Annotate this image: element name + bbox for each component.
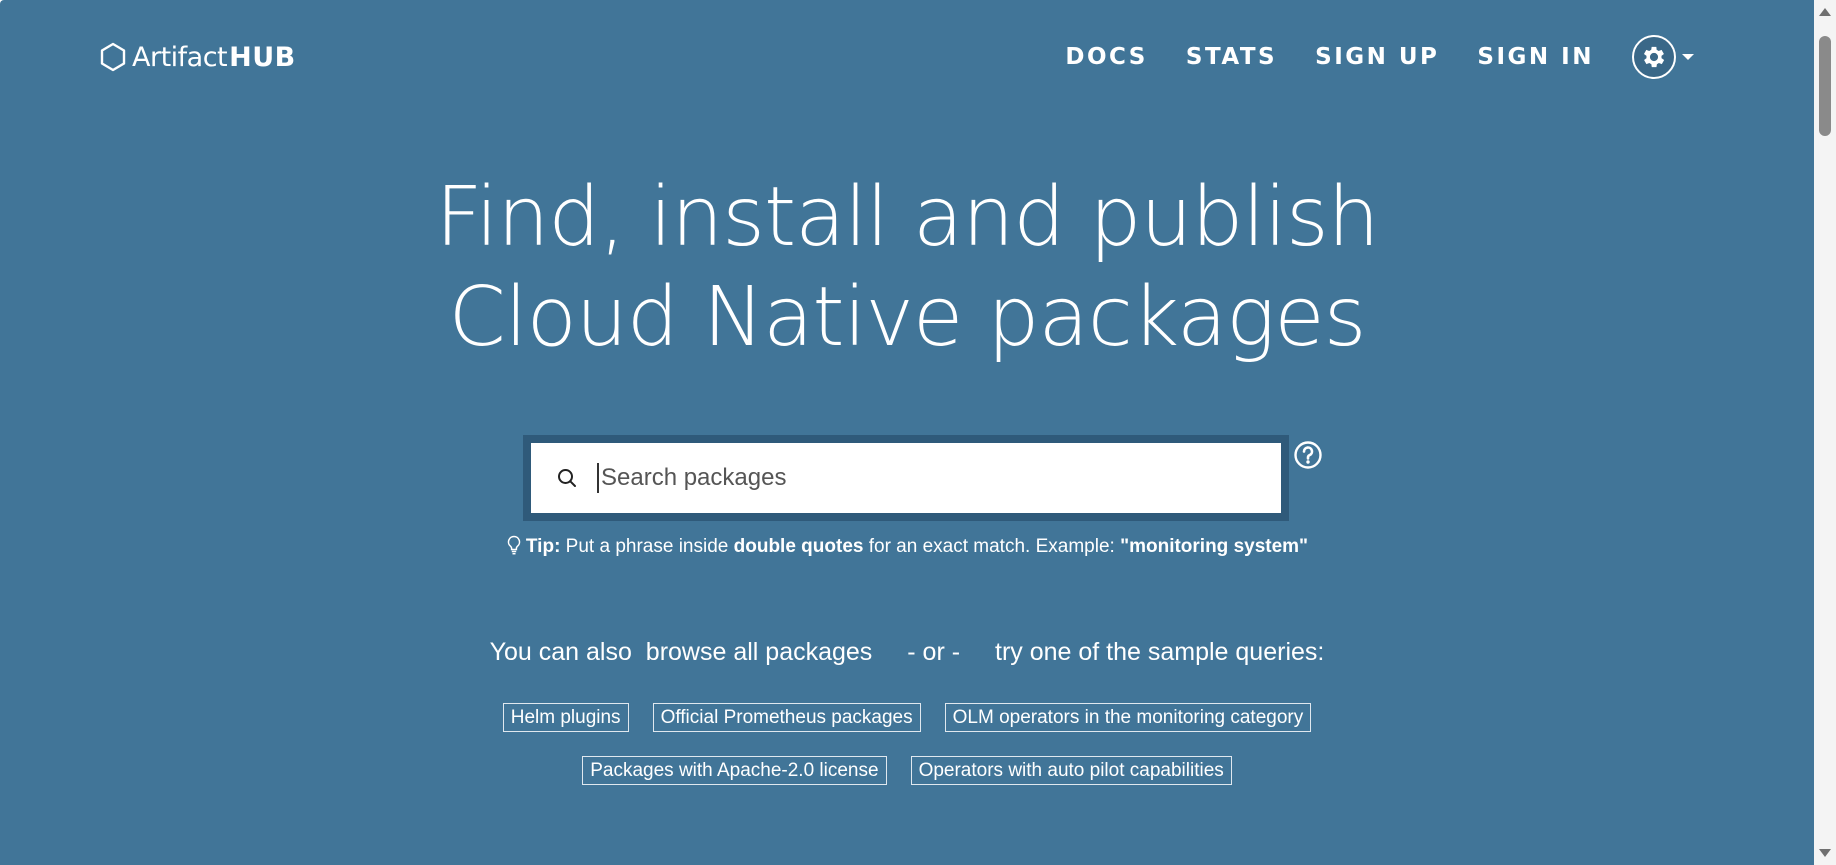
search-box	[531, 443, 1281, 513]
browse-prefix: You can also	[489, 638, 632, 666]
sample-queries-row-1: Helm plugins Official Prometheus package…	[0, 703, 1814, 732]
hero-section: Artifact HUB DOCS STATS SIGN UP SIGN IN …	[0, 0, 1814, 865]
tip-label: Tip:	[525, 536, 561, 557]
browse-line: You can also browse all packages - or - …	[0, 638, 1814, 667]
sample-query-chip[interactable]: Helm plugins	[502, 703, 629, 732]
search-tip: Tip: Put a phrase inside double quotes f…	[0, 535, 1814, 558]
tip-text-2: for an exact match. Example:	[863, 536, 1121, 557]
hero-title-line-2: Cloud Native packages	[448, 270, 1367, 365]
nav-docs-link[interactable]: DOCS	[1065, 44, 1148, 70]
browse-separator: - or -	[907, 638, 961, 666]
sample-query-chip[interactable]: Operators with auto pilot capabilities	[910, 756, 1232, 785]
top-nav: DOCS STATS SIGN UP SIGN IN	[1027, 35, 1694, 79]
browse-suffix: try one of the sample queries:	[995, 638, 1325, 666]
settings-circle	[1632, 35, 1676, 79]
vertical-scrollbar[interactable]	[1814, 0, 1836, 865]
sample-query-chip[interactable]: OLM operators in the monitoring category	[944, 703, 1312, 732]
search-input[interactable]	[597, 463, 1223, 493]
hero-title-line-1: Find, install and publish	[435, 170, 1379, 265]
scroll-up-arrow-icon[interactable]	[1819, 8, 1831, 16]
sample-queries-row-2: Packages with Apache-2.0 license Operato…	[0, 756, 1814, 785]
settings-dropdown-button[interactable]	[1632, 35, 1694, 79]
hero-title: Find, install and publish Cloud Native p…	[0, 168, 1814, 368]
tip-text-1: Put a phrase inside	[560, 536, 734, 557]
search-form	[523, 435, 1289, 521]
browse-all-packages-link[interactable]: browse all packages	[646, 638, 873, 666]
brand-name-artifact: Artifact	[132, 41, 228, 73]
question-circle-icon[interactable]	[1293, 440, 1323, 470]
nav-sign-in-link[interactable]: SIGN IN	[1477, 44, 1594, 70]
gear-icon	[1643, 46, 1665, 68]
tip-emphasis: double quotes	[733, 536, 864, 557]
lightbulb-icon	[507, 535, 521, 555]
hexagon-icon	[100, 42, 126, 72]
sample-query-chip[interactable]: Official Prometheus packages	[652, 703, 921, 732]
page: Artifact HUB DOCS STATS SIGN UP SIGN IN …	[0, 0, 1836, 865]
scroll-down-arrow-icon[interactable]	[1819, 849, 1831, 857]
search-icon	[558, 469, 576, 487]
chevron-down-icon	[1682, 54, 1694, 60]
nav-stats-link[interactable]: STATS	[1186, 44, 1277, 70]
brand-logo-link[interactable]: Artifact HUB	[100, 40, 296, 74]
scrollbar-thumb[interactable]	[1819, 36, 1831, 136]
tip-example: "monitoring system"	[1120, 536, 1309, 557]
sample-query-chip[interactable]: Packages with Apache-2.0 license	[582, 756, 887, 785]
brand-name-hub: HUB	[229, 41, 296, 73]
nav-sign-up-link[interactable]: SIGN UP	[1315, 44, 1439, 70]
